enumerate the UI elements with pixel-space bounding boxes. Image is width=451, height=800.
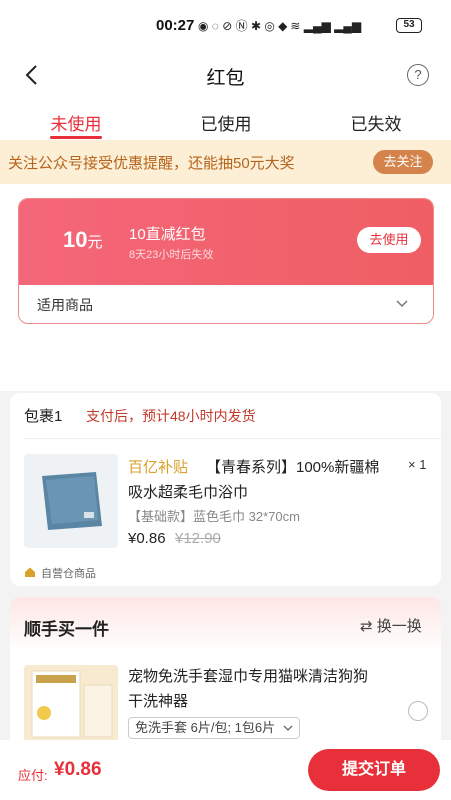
- add-on-product-image[interactable]: [24, 665, 118, 745]
- notice-banner: 关注公众号接受优惠提醒，还能抽50元大奖 去关注: [0, 140, 451, 184]
- notice-text: 关注公众号接受优惠提醒，还能抽50元大奖: [8, 155, 295, 172]
- product-name[interactable]: 【青春系列】100%新疆棉: [206, 456, 379, 477]
- add-on-title: 顺手买一件: [24, 620, 109, 639]
- coupon-expiry: 8天23小时后失效: [129, 249, 214, 261]
- swap-label: 换一换: [376, 618, 422, 635]
- coupon-unit: 元: [87, 234, 103, 251]
- signal-icon: ◉ ◌ ⊘ Ⓝ ✱ ◎ ◆: [198, 19, 288, 33]
- nav-bar: 红包 ?: [0, 50, 451, 100]
- package-label: 包裹1: [24, 408, 63, 425]
- product-price: ¥0.86: [128, 530, 166, 547]
- battery-icon: 53: [396, 18, 422, 33]
- tab-bar: 未使用 已使用 已失效: [0, 100, 451, 140]
- swap-button[interactable]: ⇄ 换一换: [360, 615, 422, 636]
- help-icon[interactable]: ?: [407, 64, 429, 86]
- coupon-header: 10元 10直减红包 8天23小时后失效 去使用: [19, 199, 433, 285]
- tab-expired[interactable]: 已失效: [321, 110, 431, 135]
- warehouse-label: 自营仓商品: [41, 568, 96, 580]
- product-name-line2[interactable]: 吸水超柔毛巾浴巾: [128, 481, 248, 502]
- amount-due-label: 应付:: [18, 768, 48, 783]
- status-icons: ◉ ◌ ⊘ Ⓝ ✱ ◎ ◆ ≋ ▂▄▆ ▂▄▆: [198, 17, 361, 34]
- status-time: 00:27: [156, 17, 195, 34]
- add-on-card: 顺手买一件 ⇄ 换一换 宠物免洗手套湿巾专用猫咪清洁狗狗 干洗神器 免洗手套 6…: [10, 597, 441, 757]
- add-on-product-name[interactable]: 宠物免洗手套湿巾专用猫咪清洁狗狗: [128, 665, 368, 686]
- applicable-products-label[interactable]: 适用商品: [37, 295, 93, 315]
- status-bar: 00:27 ◉ ◌ ⊘ Ⓝ ✱ ◎ ◆ ≋ ▂▄▆ ▂▄▆ 53: [0, 0, 451, 50]
- shipping-info: 支付后，预计48小时内发货: [86, 408, 256, 424]
- product-original-price: ¥12.90: [175, 530, 221, 547]
- add-on-product-name-line2[interactable]: 干洗神器: [128, 690, 188, 711]
- coupon-card: 10元 10直减红包 8天23小时后失效 去使用 适用商品: [18, 198, 434, 324]
- package-card: 包裹1 支付后，预计48小时内发货 百亿补贴 【青春系列】100%新疆棉 × 1…: [10, 393, 441, 586]
- product-spec[interactable]: 【基础款】蓝色毛巾 32*70cm: [128, 506, 300, 525]
- wifi-icon: ≋ ▂▄▆ ▂▄▆: [290, 18, 362, 33]
- coupon-title: 10直减红包: [129, 226, 206, 243]
- add-on-option-label: 免洗手套 6片/包; 1包6片: [135, 720, 276, 735]
- divider: [24, 438, 441, 439]
- follow-button[interactable]: 去关注: [373, 150, 433, 174]
- refresh-icon: ⇄: [360, 618, 377, 635]
- subsidy-tag: 百亿补贴: [128, 459, 189, 476]
- chevron-down-icon: [283, 725, 293, 731]
- add-on-select-radio[interactable]: [408, 701, 428, 721]
- coupon-amount: 10元: [63, 227, 103, 252]
- submit-order-button[interactable]: 提交订单: [308, 749, 440, 791]
- use-coupon-button[interactable]: 去使用: [357, 227, 421, 253]
- chevron-down-icon[interactable]: [395, 297, 409, 311]
- tab-active-indicator: [50, 136, 102, 139]
- tab-used[interactable]: 已使用: [171, 110, 281, 135]
- add-on-option-select[interactable]: 免洗手套 6片/包; 1包6片: [128, 717, 301, 739]
- tab-unused[interactable]: 未使用: [21, 110, 131, 135]
- home-icon: [25, 567, 35, 577]
- page-title: 红包: [206, 68, 245, 89]
- amount-due: ¥0.86: [54, 759, 102, 780]
- product-quantity: × 1: [408, 457, 427, 472]
- checkout-bar: 应付: ¥0.86 提交订单: [0, 740, 451, 800]
- product-image[interactable]: [24, 454, 118, 548]
